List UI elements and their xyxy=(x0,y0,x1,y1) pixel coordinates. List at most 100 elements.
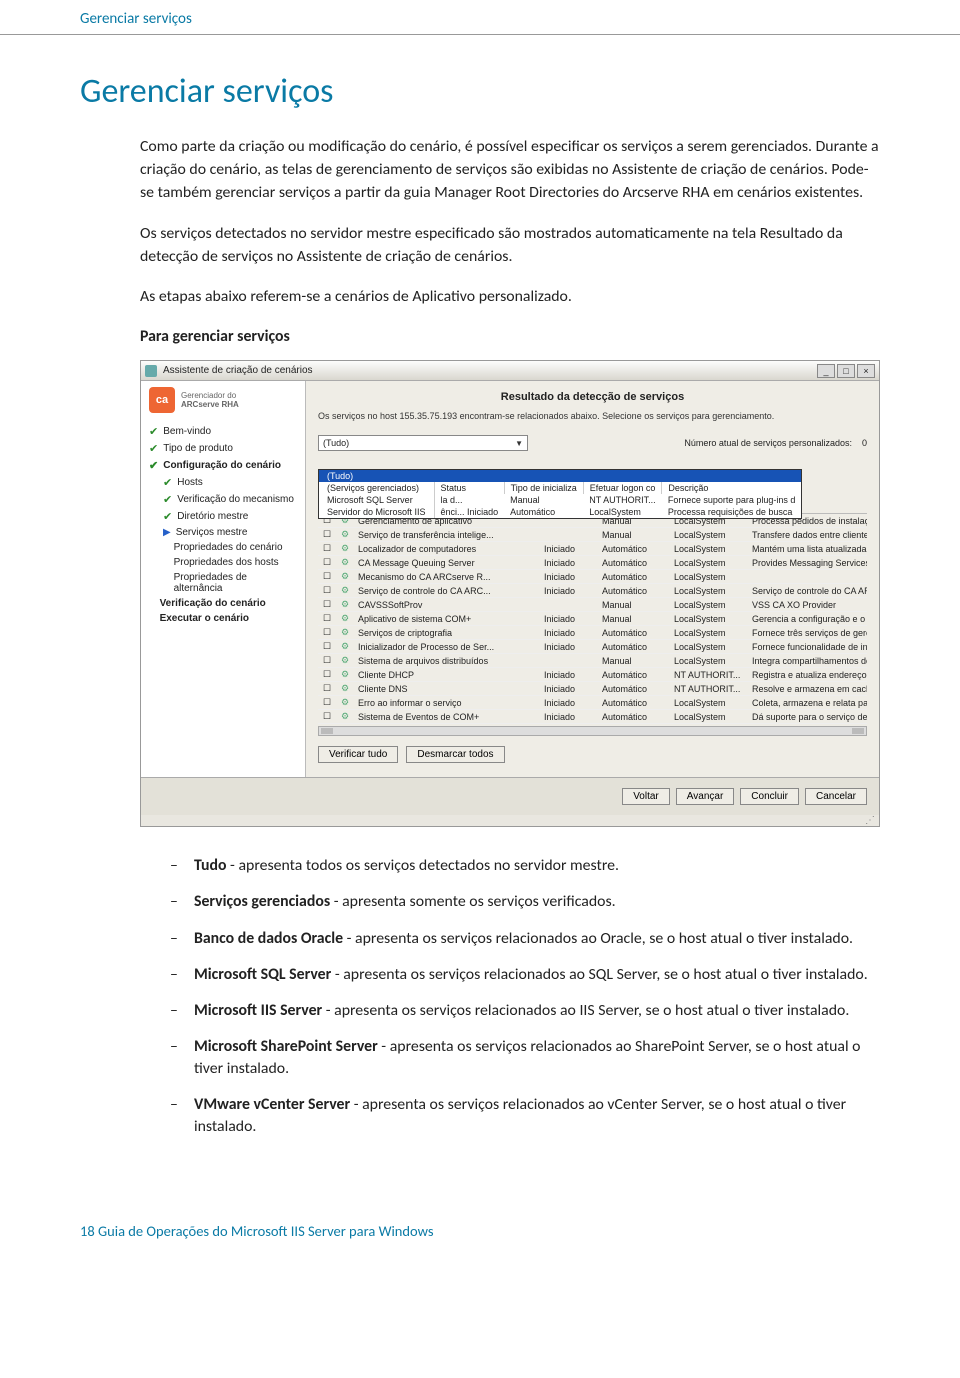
wizard-step-5: ✔Diretório mestre xyxy=(149,508,297,525)
filter-dropdown-list[interactable]: (Tudo) (Serviços gerenciados) Status Tip… xyxy=(318,469,802,519)
filter-value: (Tudo) xyxy=(323,438,349,448)
table-row[interactable]: ☐⚙Inicializador de Processo de Ser...Ini… xyxy=(318,640,867,654)
gear-icon: ⚙ xyxy=(336,626,354,640)
wizard-step-1: ✔Tipo de produto xyxy=(149,440,297,457)
svc-logon: LocalSystem xyxy=(670,626,748,640)
window-title: Assistente de criação de cenários xyxy=(163,365,817,376)
row-checkbox[interactable]: ☐ xyxy=(318,528,336,542)
gear-icon: ⚙ xyxy=(336,556,354,570)
step-label: Verificação do cenário xyxy=(160,598,266,609)
svc-status: Iniciado xyxy=(540,710,598,724)
table-row[interactable]: ☐⚙Cliente DHCPIniciadoAutomáticoNT AUTHO… xyxy=(318,668,867,682)
paragraph-1: Como parte da criação ou modificação do … xyxy=(140,136,880,205)
svc-logon: LocalSystem xyxy=(670,584,748,598)
svc-name: Cliente DHCP xyxy=(354,668,540,682)
svc-name: Mecanismo do CA ARCserve R... xyxy=(354,570,540,584)
svc-start: Automático xyxy=(598,682,670,696)
list-item: Serviços gerenciados - apresenta somente… xyxy=(170,891,880,927)
gear-icon: ⚙ xyxy=(336,612,354,626)
row-checkbox[interactable]: ☐ xyxy=(318,682,336,696)
svc-name: Erro ao informar o serviço xyxy=(354,696,540,710)
gear-icon: ⚙ xyxy=(336,668,354,682)
svc-desc: Provides Messaging Services to xyxy=(748,556,867,570)
wizard-step-3: ✔Hosts xyxy=(149,474,297,491)
row-checkbox[interactable]: ☐ xyxy=(318,696,336,710)
wizard-sidebar: ca Gerenciador do ARCserve RHA ✔Bem-vind… xyxy=(141,381,306,777)
table-row[interactable]: ☐⚙Erro ao informar o serviçoIniciadoAuto… xyxy=(318,696,867,710)
svc-start: Automático xyxy=(598,556,670,570)
svc-logon: LocalSystem xyxy=(670,598,748,612)
row-checkbox[interactable]: ☐ xyxy=(318,612,336,626)
check-icon: ✔ xyxy=(163,476,172,489)
svc-name: Serviços de criptografia xyxy=(354,626,540,640)
table-row[interactable]: ☐⚙Cliente DNSIniciadoAutomáticoNT AUTHOR… xyxy=(318,682,867,696)
check-all-button[interactable]: Verificar tudo xyxy=(318,746,398,763)
frag-d1: Fornece suporte para plug-ins d xyxy=(662,494,802,506)
svc-desc: Integra compartilhamentos de ar xyxy=(748,654,867,668)
row-checkbox[interactable]: ☐ xyxy=(318,584,336,598)
running-header: Gerenciar serviços xyxy=(0,0,960,35)
svc-logon: LocalSystem xyxy=(670,710,748,724)
back-button[interactable]: Voltar xyxy=(622,788,670,805)
bullet-text: - apresenta todos os serviços detectados… xyxy=(226,856,619,875)
table-row[interactable]: ☐⚙CA Message Queuing ServerIniciadoAutom… xyxy=(318,556,867,570)
wizard-step-9: Propriedades de alternância xyxy=(149,570,297,596)
check-icon: ✔ xyxy=(149,442,158,455)
svc-desc: Fornece três serviços de gerenc xyxy=(748,626,867,640)
table-row[interactable]: ☐⚙Aplicativo de sistema COM+IniciadoManu… xyxy=(318,612,867,626)
bullet-term: Banco de dados Oracle xyxy=(194,929,343,948)
dd-opt-0[interactable]: (Tudo) xyxy=(319,470,801,482)
bullet-text: - apresenta os serviços relacionados ao … xyxy=(331,965,867,984)
bullet-term: Microsoft SQL Server xyxy=(194,965,331,984)
list-item: Microsoft SharePoint Server - apresenta … xyxy=(170,1036,880,1094)
dd-opt-3[interactable]: Servidor do Microsoft IIS xyxy=(319,506,434,518)
svc-desc: Dá suporte para o serviço de no xyxy=(748,710,867,724)
wizard-buttons: Voltar Avançar Concluir Cancelar xyxy=(141,777,879,815)
wizard-window: Assistente de criação de cenários _ □ × … xyxy=(140,360,880,827)
col-desc: Descrição xyxy=(662,482,802,494)
row-checkbox[interactable]: ☐ xyxy=(318,710,336,724)
svc-status: Iniciado xyxy=(540,696,598,710)
table-row[interactable]: ☐⚙Sistema de Eventos de COM+IniciadoAuto… xyxy=(318,710,867,724)
svc-name: Sistema de arquivos distribuídos xyxy=(354,654,540,668)
minimize-button[interactable]: _ xyxy=(817,364,835,378)
row-checkbox[interactable]: ☐ xyxy=(318,668,336,682)
svc-desc: Transfere dados entre clientes e xyxy=(748,528,867,542)
gear-icon: ⚙ xyxy=(336,710,354,724)
cancel-button[interactable]: Cancelar xyxy=(805,788,867,805)
maximize-button[interactable]: □ xyxy=(837,364,855,378)
uncheck-all-button[interactable]: Desmarcar todos xyxy=(406,746,504,763)
table-row[interactable]: ☐⚙CAVSSSoftProvManualLocalSystemVSS CA X… xyxy=(318,598,867,612)
dd-opt-1[interactable]: (Serviços gerenciados) xyxy=(319,482,434,494)
table-row[interactable]: ☐⚙Mecanismo do CA ARCserve R...IniciadoA… xyxy=(318,570,867,584)
row-checkbox[interactable]: ☐ xyxy=(318,570,336,584)
table-row[interactable]: ☐⚙Serviço de controle do CA ARC...Inicia… xyxy=(318,584,867,598)
row-checkbox[interactable]: ☐ xyxy=(318,556,336,570)
svc-status: Iniciado xyxy=(540,570,598,584)
chevron-down-icon: ▼ xyxy=(515,439,523,448)
table-row[interactable]: ☐⚙Sistema de arquivos distribuídosManual… xyxy=(318,654,867,668)
next-button[interactable]: Avançar xyxy=(676,788,735,805)
finish-button[interactable]: Concluir xyxy=(740,788,799,805)
row-checkbox[interactable]: ☐ xyxy=(318,654,336,668)
horizontal-scrollbar[interactable] xyxy=(318,726,867,736)
filter-dropdown[interactable]: (Tudo) ▼ xyxy=(318,435,528,451)
row-checkbox[interactable]: ☐ xyxy=(318,640,336,654)
check-icon: ✔ xyxy=(149,459,158,472)
table-row[interactable]: ☐⚙Serviços de criptografiaIniciadoAutomá… xyxy=(318,626,867,640)
table-row[interactable]: ☐⚙Serviço de transferência intelige...Ma… xyxy=(318,528,867,542)
svc-name: CAVSSSoftProv xyxy=(354,598,540,612)
table-row[interactable]: ☐⚙Localizador de computadoresIniciadoAut… xyxy=(318,542,867,556)
gear-icon: ⚙ xyxy=(336,682,354,696)
row-checkbox[interactable]: ☐ xyxy=(318,626,336,640)
resize-grip[interactable]: ⋰ xyxy=(141,815,879,826)
row-checkbox[interactable]: ☐ xyxy=(318,542,336,556)
row-checkbox[interactable]: ☐ xyxy=(318,598,336,612)
close-button[interactable]: × xyxy=(857,364,875,378)
wizard-step-2: ✔Configuração do cenário xyxy=(149,457,297,474)
frag-2: ênci... Iniciado xyxy=(434,506,504,518)
dd-opt-2[interactable]: Microsoft SQL Server xyxy=(319,494,434,506)
footer-doc-title: Guia de Operações do Microsoft IIS Serve… xyxy=(98,1222,434,1240)
svc-desc: Serviço de controle do CA ARC xyxy=(748,584,867,598)
paragraph-2: Os serviços detectados no servidor mestr… xyxy=(140,223,880,269)
